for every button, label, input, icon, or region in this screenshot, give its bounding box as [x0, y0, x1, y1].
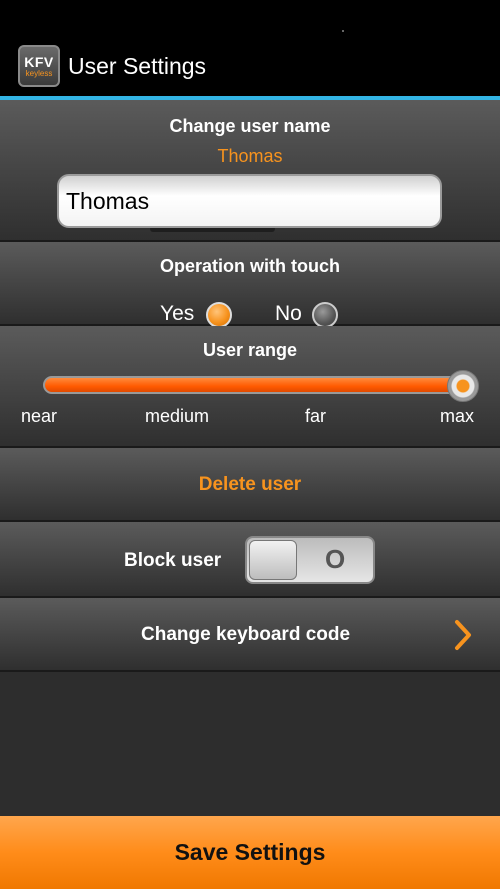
keyboard-code-label: Change keyboard code: [141, 624, 351, 645]
username-input[interactable]: [57, 174, 442, 228]
status-bar: [0, 0, 500, 36]
range-section: User range near medium far max: [0, 326, 500, 448]
yes-radio[interactable]: [206, 302, 232, 328]
kfv-logo: KFV keyless: [18, 45, 60, 87]
keyboard-code-row[interactable]: Change keyboard code: [0, 598, 500, 672]
touch-section: Operation with touch Yes No: [0, 242, 500, 328]
tick-max: max: [440, 406, 475, 426]
settings-content: Change user name Thomas Operation with t…: [0, 100, 500, 816]
logo-subtext: keyless: [25, 68, 53, 78]
page-title: User Settings: [68, 52, 207, 79]
range-slider-thumb[interactable]: [447, 370, 479, 402]
tick-medium: medium: [145, 406, 210, 426]
block-user-label: Block user: [124, 550, 222, 571]
no-radio[interactable]: [312, 302, 338, 328]
delete-user-button[interactable]: Delete user: [0, 474, 500, 496]
tick-far: far: [305, 406, 327, 426]
save-settings-button[interactable]: Save Settings: [0, 816, 500, 889]
username-title: Change user name: [169, 116, 331, 136]
yes-label: Yes: [160, 302, 195, 325]
touch-title: Operation with touch: [160, 256, 340, 276]
block-section: Block user O: [0, 522, 500, 598]
toggle-state-text: O: [325, 544, 346, 574]
delete-section: Delete user: [0, 448, 500, 522]
username-section: Change user name Thomas: [0, 100, 500, 242]
logo-text: KFV: [24, 53, 54, 70]
range-title: User range: [202, 340, 298, 360]
toggle-knob: [249, 540, 297, 580]
current-username: Thomas: [217, 146, 283, 166]
action-bar: KFV keyless User Settings: [0, 36, 500, 100]
range-slider-track[interactable]: [43, 376, 463, 394]
block-user-toggle[interactable]: O: [245, 536, 375, 584]
tick-near: near: [21, 406, 58, 426]
no-label: No: [275, 302, 302, 325]
status-dot: [342, 30, 344, 32]
chevron-right-icon: [455, 620, 471, 650]
